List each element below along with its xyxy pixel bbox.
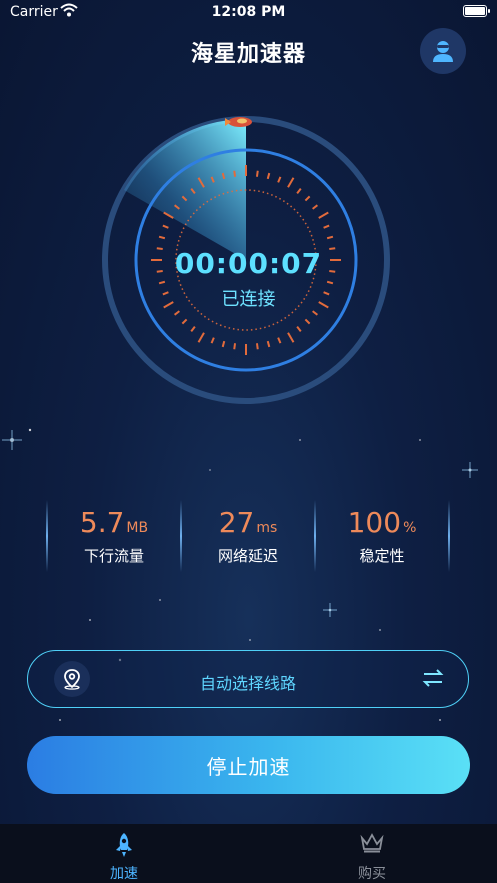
tab-label: 加速 — [110, 866, 138, 882]
tab-bar: 加速 购买 — [0, 824, 497, 883]
status-bar: Carrier 12:08 PM — [0, 0, 497, 26]
user-icon — [433, 41, 453, 62]
stat-value: 100 — [347, 506, 402, 539]
stat-value: 5.7 — [79, 506, 125, 539]
dial-tick — [323, 224, 330, 229]
progress-sweep — [124, 119, 246, 260]
dial-tick — [197, 332, 205, 343]
dial-tick — [304, 195, 311, 202]
dial-tick — [158, 235, 166, 240]
dial-tick — [158, 280, 166, 285]
dial-tick — [277, 337, 282, 344]
dial-tick — [221, 340, 226, 348]
route-selector[interactable]: 自动选择线路 — [27, 650, 469, 708]
stat-unit: ms — [256, 520, 278, 536]
dial-tick — [266, 340, 271, 348]
stop-acceleration-button[interactable]: 停止加速 — [27, 736, 470, 794]
dial-tick — [296, 187, 302, 194]
stat-label: 网络延迟 — [217, 547, 278, 565]
connection-timer: 00:00:07 — [174, 247, 323, 280]
dial-tick — [173, 310, 180, 316]
dial-tick — [190, 326, 196, 333]
stat-latency: 27 ms 网络延迟 — [181, 506, 315, 566]
dial-tick — [181, 318, 188, 325]
stats-panel: 5.7 MB 下行流量 27 ms 网络延迟 100% 稳定性 — [46, 500, 450, 575]
stat-download: 5.7 MB 下行流量 — [47, 506, 181, 566]
dial-tick — [326, 280, 334, 285]
dial-tick — [210, 337, 215, 344]
dial-tick — [287, 332, 295, 343]
swap-icon[interactable] — [422, 668, 444, 688]
battery-icon — [463, 5, 490, 17]
clock: 12:08 PM — [211, 4, 286, 20]
dial-tick — [277, 176, 282, 183]
dial-tick — [233, 343, 237, 350]
dial-tick — [162, 224, 169, 229]
dial-tick — [326, 235, 334, 240]
tab-purchase[interactable]: 购买 — [248, 824, 496, 883]
dial-tick — [318, 211, 329, 219]
stat-label: 稳定性 — [359, 547, 405, 565]
rocket-icon — [116, 833, 132, 857]
tab-accelerate[interactable]: 加速 — [0, 824, 248, 883]
stat-value: 27 — [218, 506, 255, 539]
dial-tick — [312, 310, 319, 316]
profile-button[interactable] — [420, 28, 466, 74]
dial-tick — [255, 343, 259, 350]
connection-status: 已连接 — [221, 289, 276, 310]
dial-tick — [255, 170, 259, 177]
crown-icon — [360, 833, 384, 853]
stat-unit: % — [403, 520, 417, 536]
stat-label: 下行流量 — [83, 547, 144, 565]
stat-stability: 100% 稳定性 — [315, 506, 449, 566]
stat-unit: MB — [126, 520, 149, 536]
dial-tick — [233, 170, 237, 177]
dial-tick — [266, 172, 271, 180]
dial-tick — [296, 326, 302, 333]
route-label: 自动选择线路 — [199, 674, 296, 693]
tab-label: 购买 — [358, 866, 386, 882]
dial-tick — [304, 318, 311, 325]
dial-tick — [312, 204, 319, 210]
dial-tick — [287, 177, 295, 188]
